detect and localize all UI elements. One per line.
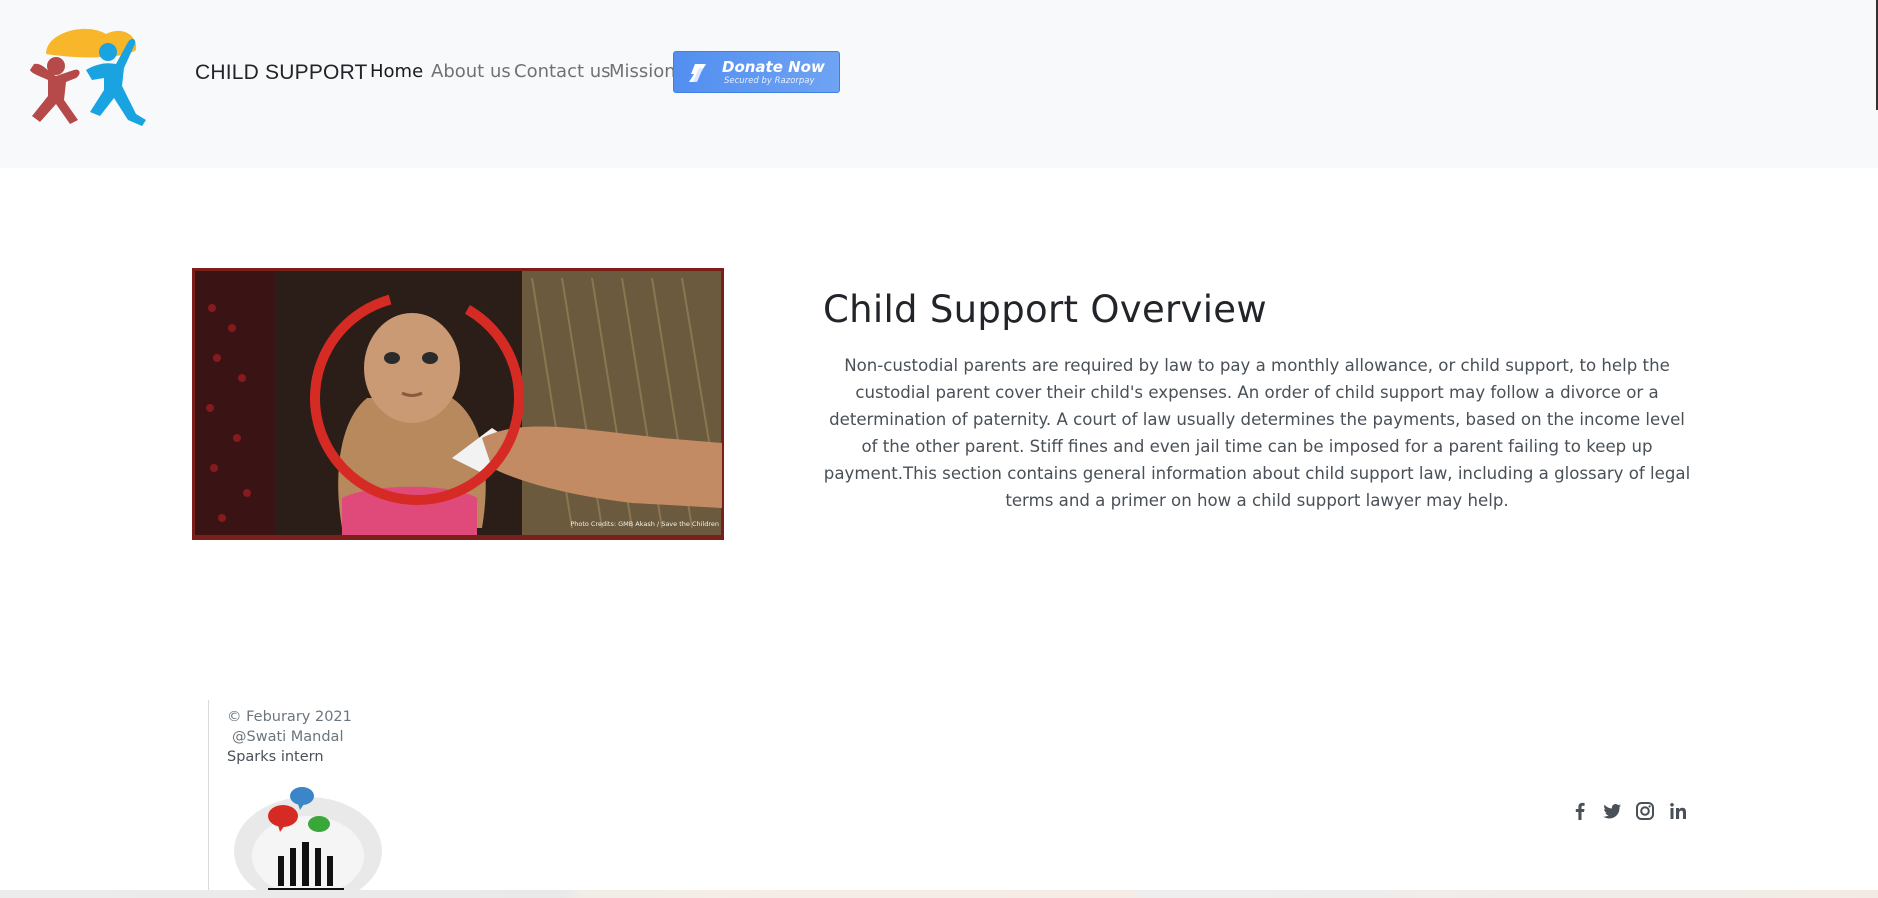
razorpay-icon <box>689 64 706 82</box>
twitter-icon[interactable] <box>1599 798 1625 824</box>
bottom-strip <box>0 890 1878 898</box>
footer-divider <box>208 700 209 898</box>
hero-image: Photo Credits: GMB Akash / Save the Chil… <box>192 268 724 540</box>
donate-sublabel: Secured by Razorpay <box>724 76 815 86</box>
nav-home-link[interactable]: Home <box>370 61 423 82</box>
footer-copyright: © Feburary 2021 <box>227 709 352 725</box>
donate-now-button[interactable]: Donate Now Secured by Razorpay <box>673 51 840 93</box>
donate-label: Donate Now <box>722 58 825 76</box>
nav-about-link[interactable]: About us <box>431 61 511 82</box>
page-title: Child Support Overview <box>823 288 1267 331</box>
overview-description: Non-custodial parents are required by la… <box>823 356 1691 510</box>
linkedin-icon[interactable] <box>1665 798 1691 824</box>
instagram-icon[interactable] <box>1632 798 1658 824</box>
navbar: CHILD SUPPORT Home About us Contact us M… <box>0 0 1878 168</box>
raised-hands-speech-bubbles-logo <box>234 787 382 898</box>
footer-role: Sparks intern <box>227 749 324 765</box>
nav-mission-link[interactable]: Mission <box>609 61 676 82</box>
child-support-logo[interactable] <box>26 24 150 126</box>
brand-title[interactable]: CHILD SUPPORT <box>195 61 368 85</box>
nav-contact-link[interactable]: Contact us <box>514 61 611 82</box>
facebook-icon[interactable] <box>1567 798 1593 824</box>
footer-author: @Swati Mandal <box>232 729 344 745</box>
image-caption: Photo Credits: GMB Akash / Save the Chil… <box>570 520 719 528</box>
